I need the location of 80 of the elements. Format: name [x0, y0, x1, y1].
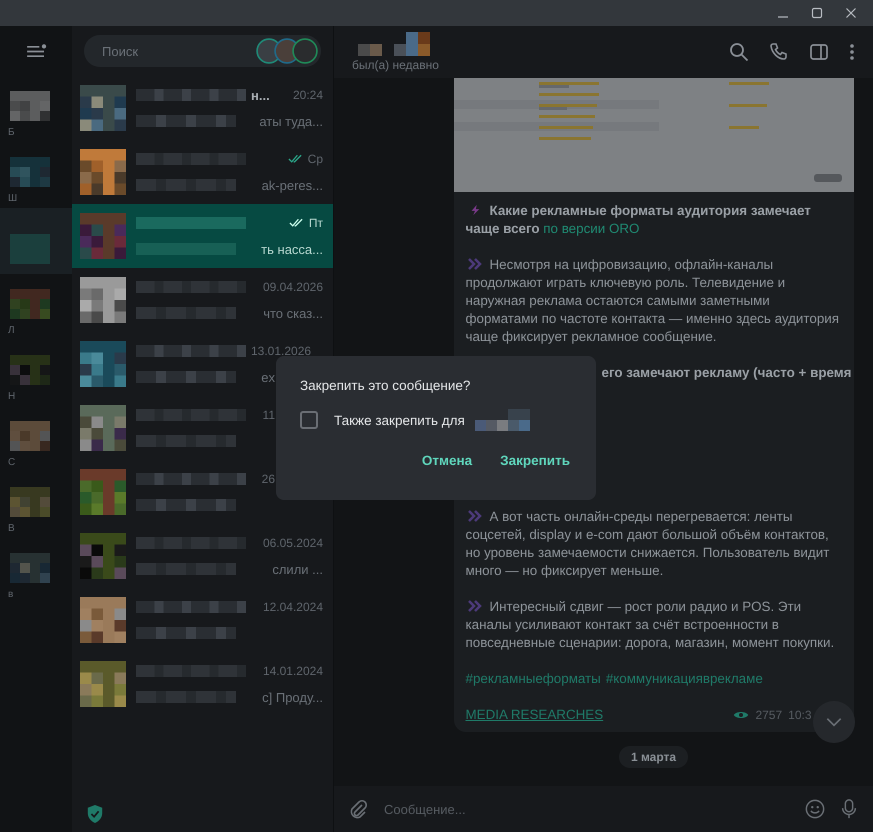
eye-icon	[733, 710, 750, 720]
folder-tab[interactable]: С	[0, 406, 72, 472]
folder-tab[interactable]: Б	[0, 76, 72, 142]
folder-tab[interactable]: Л	[0, 274, 72, 340]
last-seen-status: был(а) недавно	[352, 58, 439, 72]
chat-time: 20:24	[292, 88, 323, 102]
close-icon[interactable]	[845, 7, 857, 19]
chat-item[interactable]: 11	[72, 396, 333, 460]
folder-label: С	[8, 457, 16, 468]
chat-preview: c] Проду...	[262, 690, 323, 704]
folder-tab[interactable]: В	[0, 472, 72, 538]
chat-time: 14.01.2024	[262, 664, 323, 678]
chat-name: н...	[251, 88, 270, 102]
dialog-button[interactable]: Закрепить	[488, 447, 582, 474]
chat-item[interactable]: 26	[72, 460, 333, 524]
hashtag-link[interactable]: #рекламныеформаты	[466, 670, 601, 688]
emoji-icon[interactable]	[805, 799, 825, 819]
chat-preview: ть насса...	[261, 242, 323, 256]
hashtag-link[interactable]: #коммуникацияврекламе	[606, 670, 763, 688]
menu-icon[interactable]	[26, 44, 46, 58]
chat-time: 12.04.2024	[262, 600, 323, 614]
folder-tab[interactable]: Н	[0, 340, 72, 406]
folder-label: Б	[8, 127, 15, 138]
shield-check-icon[interactable]	[86, 804, 104, 824]
message-paragraph: Несмотря на цифровизацию, офлайн-каналы продолжают играть ключевую роль. Телевидение и наружная реклама остаются самыми заметными форматами по частоте контакта — именно здесь аудитория чаще фиксирует рекламное сообщение.	[466, 256, 840, 346]
message-paragraph: Интересный сдвиг — рост роли радио и POS. Эти каналы усиливают контакт за счёт встроенности в повседневные сценарии: дорога, магазин, момент покупки.	[466, 598, 836, 652]
chat-preview: ak-peres...	[262, 178, 323, 192]
folder-label: Ш	[8, 193, 18, 204]
sidebar-icon[interactable]	[809, 42, 829, 62]
message-heading: Какие рекламные форматы аудитория замечает чаще всего по версии ORO	[466, 202, 812, 238]
chat-time: 06.05.2024	[262, 536, 323, 550]
folder-label: Л	[8, 325, 15, 336]
message-paragraph: А вот часть онлайн-среды перегревается: ленты соцсетей, display и e-com дают большой объём контактов, но уровень замечаемости снижается. Пользователь видит много — но фиксирует меньше.	[466, 508, 830, 580]
chevron-down-icon	[825, 717, 843, 727]
double-chevron-icon	[468, 258, 482, 270]
message-input[interactable]: Сообщение...	[382, 800, 791, 818]
message-time: 10:3	[788, 707, 812, 724]
avatar[interactable]	[292, 38, 318, 64]
folder-label: В	[8, 523, 15, 534]
chat-time: 26	[262, 472, 275, 486]
chat-item[interactable]: 12.04.2024	[72, 588, 333, 652]
signature-link[interactable]: MEDIA RESEARCHES	[466, 706, 604, 724]
date-separator: 1 марта	[618, 746, 688, 768]
chat-preview: слили ...	[272, 562, 323, 576]
phone-icon[interactable]	[769, 42, 789, 62]
more-icon[interactable]	[849, 42, 855, 62]
search-input[interactable]: Поиск	[100, 42, 244, 60]
chat-preview: ex	[261, 370, 275, 384]
dialog-button[interactable]: Отмена	[410, 447, 484, 474]
search-field[interactable]: Поиск	[84, 35, 321, 67]
chat-item[interactable]: Ср ak-peres...	[72, 140, 333, 204]
folder-label: в	[8, 589, 14, 600]
message-paragraph: его замечают рекламу (часто + время	[602, 365, 852, 380]
chat-item[interactable]: 06.05.2024 слили ...	[72, 524, 333, 588]
source-link[interactable]: по версии ORO	[543, 221, 640, 236]
chat-item[interactable]: Пт ть насса...	[72, 204, 333, 268]
dialog-title: Закрепить это сообщение?	[300, 378, 472, 393]
chat-time: Ср	[308, 152, 323, 166]
message-composer[interactable]: Сообщение...	[334, 786, 873, 832]
chat-time: Пт	[308, 216, 323, 230]
chat-time: 13.01.2026	[251, 344, 312, 358]
chat-item[interactable]: 14.01.2024 c] Проду...	[72, 652, 333, 716]
chat-time: 09.04.2026	[262, 280, 323, 294]
paperclip-icon[interactable]	[348, 799, 368, 819]
view-count: 2757	[755, 707, 782, 724]
chat-item[interactable]: н... 20:24 аты туда...	[72, 76, 333, 140]
double-chevron-icon	[468, 600, 482, 612]
chat-preview: что сказ...	[263, 306, 323, 320]
folder-tab[interactable]: в	[0, 538, 72, 604]
folder-tab[interactable]: Ш	[0, 142, 72, 208]
checkbox[interactable]	[300, 411, 318, 429]
microphone-icon[interactable]	[839, 799, 859, 819]
chat-preview: аты туда...	[259, 114, 323, 128]
folder-label: Н	[8, 391, 16, 402]
search-icon[interactable]	[729, 42, 749, 62]
double-chevron-icon	[468, 510, 482, 522]
chat-time: 11	[262, 408, 275, 422]
checkbox-label: Также закрепить для	[334, 412, 465, 428]
chat-item[interactable]: 09.04.2026 что сказ...	[72, 268, 333, 332]
maximize-icon[interactable]	[811, 7, 823, 19]
